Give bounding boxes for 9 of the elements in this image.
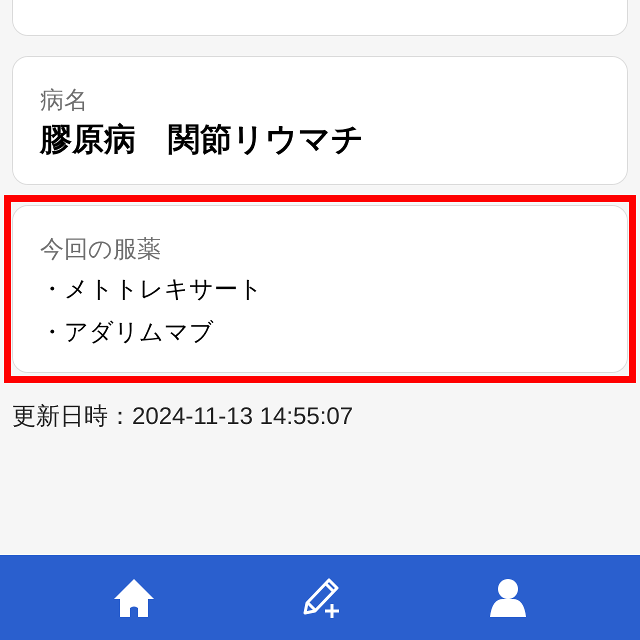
- home-icon[interactable]: [114, 578, 154, 616]
- medication-item: ・アダリムマブ: [40, 318, 214, 348]
- updated-timestamp: 更新日時：2024-11-13 14:55:07: [12, 402, 354, 432]
- diagnosis-value: 膠原病 関節リウマチ: [40, 120, 364, 159]
- field-label: 病名: [40, 86, 88, 116]
- medication-item: ・メトトレキサート: [40, 275, 263, 305]
- field-label: 今回の服薬: [40, 235, 161, 265]
- person-icon[interactable]: [490, 578, 526, 616]
- pencil-plus-icon[interactable]: [302, 578, 342, 618]
